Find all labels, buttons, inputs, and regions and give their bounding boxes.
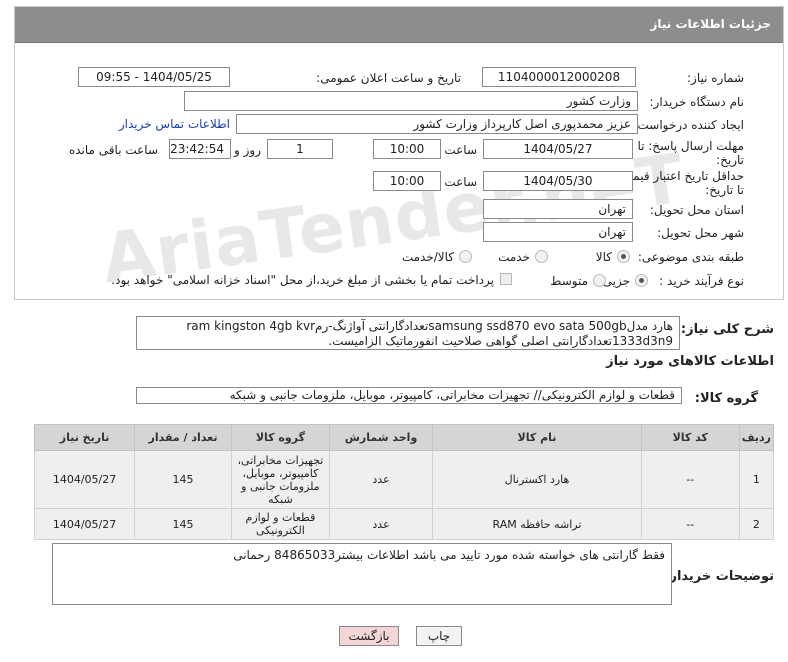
- remaining-time-field: 23:42:54: [169, 139, 231, 159]
- validity-label: حداقل تاریخ اعتبار قیمت:: [617, 169, 744, 183]
- city-label: شهر محل تحویل:: [657, 226, 744, 240]
- category-option-goods-service: کالا/خدمت: [401, 250, 454, 264]
- cell-qty: 145: [134, 450, 232, 509]
- cell-code: --: [640, 508, 740, 540]
- col-name: نام کالا: [432, 424, 642, 451]
- cell-name: تراشه حافظه RAM: [432, 508, 642, 540]
- validity-date-field: 1404/05/30: [483, 171, 633, 191]
- goods-group-label: گروه کالا:: [694, 391, 758, 406]
- goods-group-field: قطعات و لوازم الکترونیکی// تجهیزات مخابر…: [136, 387, 682, 404]
- cell-date: 1404/05/27: [33, 450, 136, 509]
- deadline-date-field: 1404/05/27: [483, 139, 633, 159]
- announce-label: تاریخ و ساعت اعلان عمومی:: [316, 71, 461, 85]
- category-option-service: خدمت: [498, 250, 530, 264]
- remaining-time-label: ساعت باقی مانده: [68, 143, 158, 157]
- creator-label: ایجاد کننده درخواست:: [633, 118, 744, 132]
- col-row: ردیف: [738, 424, 775, 451]
- col-qty: تعداد / مقدار: [134, 424, 232, 451]
- category-option-goods: کالا: [595, 250, 612, 264]
- buyer-notes-field: فقط گارانتی های خواسته شده مورد تایید می…: [52, 543, 672, 605]
- cell-row: 1: [738, 450, 775, 509]
- province-label: استان محل تحویل:: [649, 203, 744, 217]
- goods-info-title: اطلاعات کالاهای مورد نیاز: [606, 354, 774, 369]
- col-unit: واحد شمارش: [328, 424, 434, 451]
- table-row: 1 -- هارد اکسترنال عدد تجهیزات مخابراتی،…: [33, 450, 775, 509]
- province-field: تهران: [483, 199, 633, 219]
- need-number-field: 1104000012000208: [482, 67, 636, 87]
- deadline-time-field: 10:00: [373, 139, 441, 159]
- city-field: تهران: [483, 222, 633, 242]
- cell-unit: عدد: [328, 508, 434, 540]
- buyer-notes-text: فقط گارانتی های خواسته شده مورد تایید می…: [233, 548, 665, 562]
- category-label: طبقه بندی موضوعی:: [637, 250, 744, 264]
- description-line-2: 1333d3n9تعدادگارانتی اصلی گواهی صلاحیت ا…: [328, 334, 673, 348]
- days-label: روز و: [234, 143, 261, 157]
- buyer-contact-link[interactable]: اطلاعات تماس خریدار: [119, 117, 230, 131]
- cell-unit: عدد: [328, 450, 434, 509]
- process-radio-medium[interactable]: [593, 274, 606, 287]
- back-button[interactable]: بازگشت: [339, 626, 399, 646]
- print-button[interactable]: چاپ: [416, 626, 462, 646]
- treasury-payment-checkbox[interactable]: [500, 273, 512, 285]
- buyer-org-label: نام دستگاه خریدار:: [649, 95, 745, 109]
- cell-qty: 145: [134, 508, 232, 540]
- description-label: شرح کلی نیاز:: [680, 322, 774, 337]
- items-table-header: ردیف کد کالا نام کالا واحد شمارش گروه کا…: [33, 424, 775, 451]
- col-date: تاریخ نیاز: [33, 424, 136, 451]
- description-line-1: هارد مدلsamsung ssd870 evo sata 500gbتعد…: [186, 319, 673, 333]
- cell-group: تجهیزات مخابراتی، کامپیوتر، موبایل، ملزو…: [230, 450, 330, 509]
- category-radio-service[interactable]: [535, 250, 548, 263]
- col-code: کد کالا: [640, 424, 740, 451]
- creator-field: عزیز محمدپوری اصل کارپرداز وزارت کشور: [236, 114, 638, 134]
- treasury-payment-note: پرداخت تمام یا بخشی از مبلغ خرید،از محل …: [111, 273, 494, 287]
- col-group: گروه کالا: [230, 424, 330, 451]
- panel-header: جزئیات اطلاعات نیاز: [15, 7, 783, 43]
- cell-group: قطعات و لوازم الکترونیکی: [230, 508, 330, 540]
- deadline-label: مهلت ارسال پاسخ: تا: [637, 139, 744, 153]
- validity-time-field: 10:00: [373, 171, 441, 191]
- table-row: 2 -- تراشه حافظه RAM عدد قطعات و لوازم ا…: [33, 508, 775, 540]
- process-radio-minor[interactable]: [635, 274, 648, 287]
- category-radio-goods[interactable]: [617, 250, 630, 263]
- process-label: نوع فرآیند خرید :: [659, 274, 744, 288]
- deadline-time-label: ساعت: [444, 143, 477, 157]
- cell-date: 1404/05/27: [33, 508, 136, 540]
- buyer-notes-label: توضیحات خریدار:: [664, 569, 774, 584]
- description-field: هارد مدلsamsung ssd870 evo sata 500gbتعد…: [136, 316, 680, 350]
- cell-code: --: [640, 450, 740, 509]
- cell-name: هارد اکسترنال: [432, 450, 642, 509]
- deadline-label-date: تاریخ:: [716, 153, 744, 167]
- cell-row: 2: [738, 508, 775, 540]
- validity-time-label: ساعت: [444, 175, 477, 189]
- days-remaining-field: 1: [267, 139, 333, 159]
- panel-title: جزئیات اطلاعات نیاز: [650, 17, 771, 31]
- validity-label-date: تا تاریخ:: [705, 183, 744, 197]
- category-radio-goods-service[interactable]: [459, 250, 472, 263]
- buyer-org-field: وزارت کشور: [184, 91, 638, 111]
- process-option-medium: متوسط: [550, 274, 588, 288]
- announce-datetime-field: 1404/05/25 - 09:55: [78, 67, 230, 87]
- process-option-minor: جزیی: [602, 274, 630, 288]
- items-table: ردیف کد کالا نام کالا واحد شمارش گروه کا…: [33, 424, 775, 540]
- need-number-label: شماره نیاز:: [687, 71, 744, 85]
